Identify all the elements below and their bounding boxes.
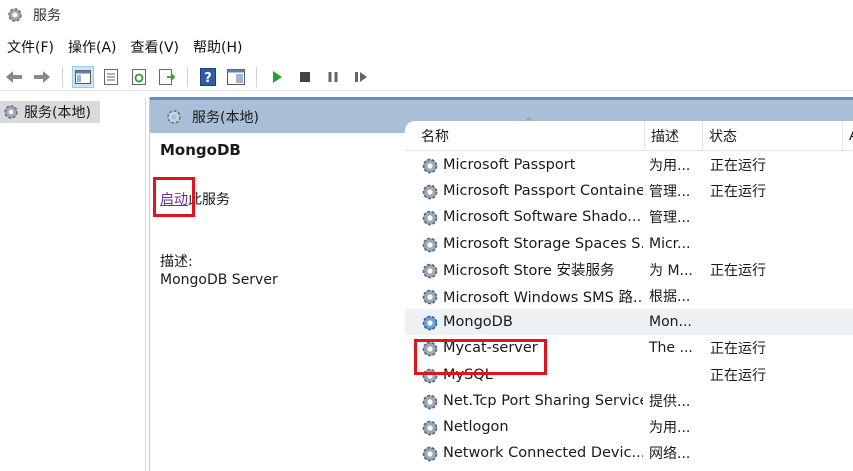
service-status: 正在运行 [710, 341, 766, 358]
service-description-cell: 管理... [649, 184, 691, 201]
service-status: 正在运行 [710, 158, 766, 175]
column-header-startup-type[interactable]: Æ [843, 121, 853, 151]
restart-icon[interactable] [350, 66, 372, 88]
pause-icon[interactable] [322, 66, 344, 88]
service-status: 正在运行 [710, 184, 766, 201]
gear-icon [422, 237, 438, 252]
help-icon[interactable]: ? [197, 66, 219, 88]
forward-arrow-icon[interactable] [31, 66, 53, 88]
service-description-cell: 为用... [649, 419, 691, 436]
service-name: Microsoft Software Shado... [443, 209, 642, 226]
toolbar-separator [62, 66, 63, 87]
service-description-cell: 管理... [649, 210, 691, 227]
selected-service-name: MongoDB [160, 141, 241, 159]
service-name: Microsoft Windows SMS 路... [443, 289, 643, 306]
service-name: Microsoft Storage Spaces S... [443, 235, 643, 252]
service-name: Microsoft Passport Container [443, 183, 643, 200]
service-name: Microsoft Passport [443, 157, 576, 174]
menu-action[interactable]: 操作(A) [61, 37, 124, 57]
table-row[interactable]: Microsoft Passport Container 管理... 正在运行 [405, 178, 853, 204]
gear-icon [167, 109, 181, 124]
menu-view[interactable]: 查看(V) [124, 37, 187, 57]
service-action: 启动此服务 [153, 177, 230, 217]
table-row[interactable]: Microsoft Storage Spaces S... Micr... [405, 231, 853, 257]
gear-icon [422, 394, 438, 409]
console-tree: 服务(本地) [0, 97, 146, 471]
gear-icon [422, 211, 438, 226]
console-tree-icon[interactable] [72, 65, 94, 88]
refresh-icon[interactable] [128, 66, 150, 88]
table-row[interactable]: Microsoft Software Shado... 管理... [405, 204, 853, 230]
gear-icon [8, 8, 22, 22]
description-label: 描述: [160, 254, 193, 270]
gear-icon [422, 158, 438, 174]
menu-help[interactable]: 帮助(H) [186, 37, 249, 57]
gear-icon [422, 368, 438, 383]
table-row[interactable]: Microsoft Store 安装服务 为 M... 正在运行 [405, 257, 853, 283]
service-detail-panel: MongoDB 启动此服务 描述: MongoDB Server [150, 133, 405, 471]
service-name: Net.Tcp Port Sharing Service [443, 392, 643, 409]
table-row[interactable]: Netlogon 为用... [405, 414, 853, 440]
services-list: ^ 名称 描述 状态 Æ Microsoft Passport 为用... 正在… [405, 117, 853, 471]
table-row[interactable]: Microsoft Passport 为用... 正在运行 [405, 152, 853, 178]
column-header-description[interactable]: 描述 [645, 121, 703, 151]
table-row[interactable]: Net.Tcp Port Sharing Service 提供... [405, 388, 853, 414]
tree-item-services-local[interactable]: 服务(本地) [0, 101, 100, 123]
service-name: Netlogon [443, 418, 509, 435]
gear-icon [422, 263, 438, 279]
services-pane: 服务(本地) MongoDB 启动此服务 描述: MongoDB Server … [149, 97, 853, 471]
service-description-cell: Mon... [649, 314, 692, 331]
column-header-name[interactable]: 名称 [415, 121, 645, 151]
gear-icon [422, 342, 438, 357]
highlight-box [153, 177, 195, 217]
service-description-cell: 根据... [649, 289, 691, 306]
properties-icon[interactable] [100, 66, 122, 88]
gear-icon [422, 315, 438, 331]
toolbar-separator [256, 66, 257, 87]
service-name: Microsoft Store 安装服务 [443, 263, 615, 280]
table-row[interactable]: Network Connected Devic... 网络... [405, 440, 853, 466]
service-name: Network Connected Devic... [443, 445, 643, 462]
pane-title: 服务(本地) [192, 109, 259, 126]
table-row[interactable]: Microsoft Windows SMS 路... 根据... [405, 283, 853, 309]
svg-text:?: ? [204, 71, 212, 86]
service-description-cell: 为 M... [649, 262, 693, 279]
table-row[interactable]: MySQL 正在运行 [405, 362, 853, 388]
service-name: Mycat-server [443, 340, 538, 357]
list-header: ^ 名称 描述 状态 Æ [405, 117, 853, 151]
service-description: MongoDB Server [160, 272, 278, 288]
service-description-cell: 提供... [649, 393, 691, 410]
stop-icon[interactable] [294, 66, 316, 88]
window-title: 服务 [33, 8, 61, 24]
toolbar: ? [0, 63, 853, 91]
service-name: MySQL [443, 366, 493, 383]
gear-icon [422, 446, 438, 462]
service-name: MongoDB [443, 314, 513, 331]
gear-icon [422, 420, 438, 436]
gear-icon [422, 184, 438, 200]
service-status: 正在运行 [710, 262, 766, 279]
toolbar-separator [187, 66, 188, 87]
menu-file[interactable]: 文件(F) [0, 37, 61, 57]
service-description-cell: The ... [649, 340, 693, 357]
table-row[interactable]: Mycat-server The ... 正在运行 [405, 335, 853, 361]
service-description-cell: Micr... [649, 235, 691, 252]
tree-item-label: 服务(本地) [24, 105, 91, 121]
column-header-status[interactable]: 状态 [703, 121, 843, 151]
start-icon[interactable] [266, 66, 288, 88]
export-list-icon[interactable] [156, 66, 178, 88]
view-icon[interactable] [225, 66, 247, 88]
service-description-cell: 为用... [649, 158, 691, 175]
table-row-selected[interactable]: MongoDB Mon... [405, 309, 853, 336]
back-arrow-icon[interactable] [3, 66, 25, 88]
service-rows: Microsoft Passport 为用... 正在运行 Microsoft … [405, 152, 853, 466]
title-bar: 服务 [0, 0, 853, 30]
gear-icon [4, 105, 18, 119]
gear-icon [422, 289, 438, 305]
service-status: 正在运行 [710, 367, 766, 384]
menu-bar: 文件(F) 操作(A) 查看(V) 帮助(H) [0, 35, 853, 59]
service-description-cell: 网络... [649, 446, 691, 463]
